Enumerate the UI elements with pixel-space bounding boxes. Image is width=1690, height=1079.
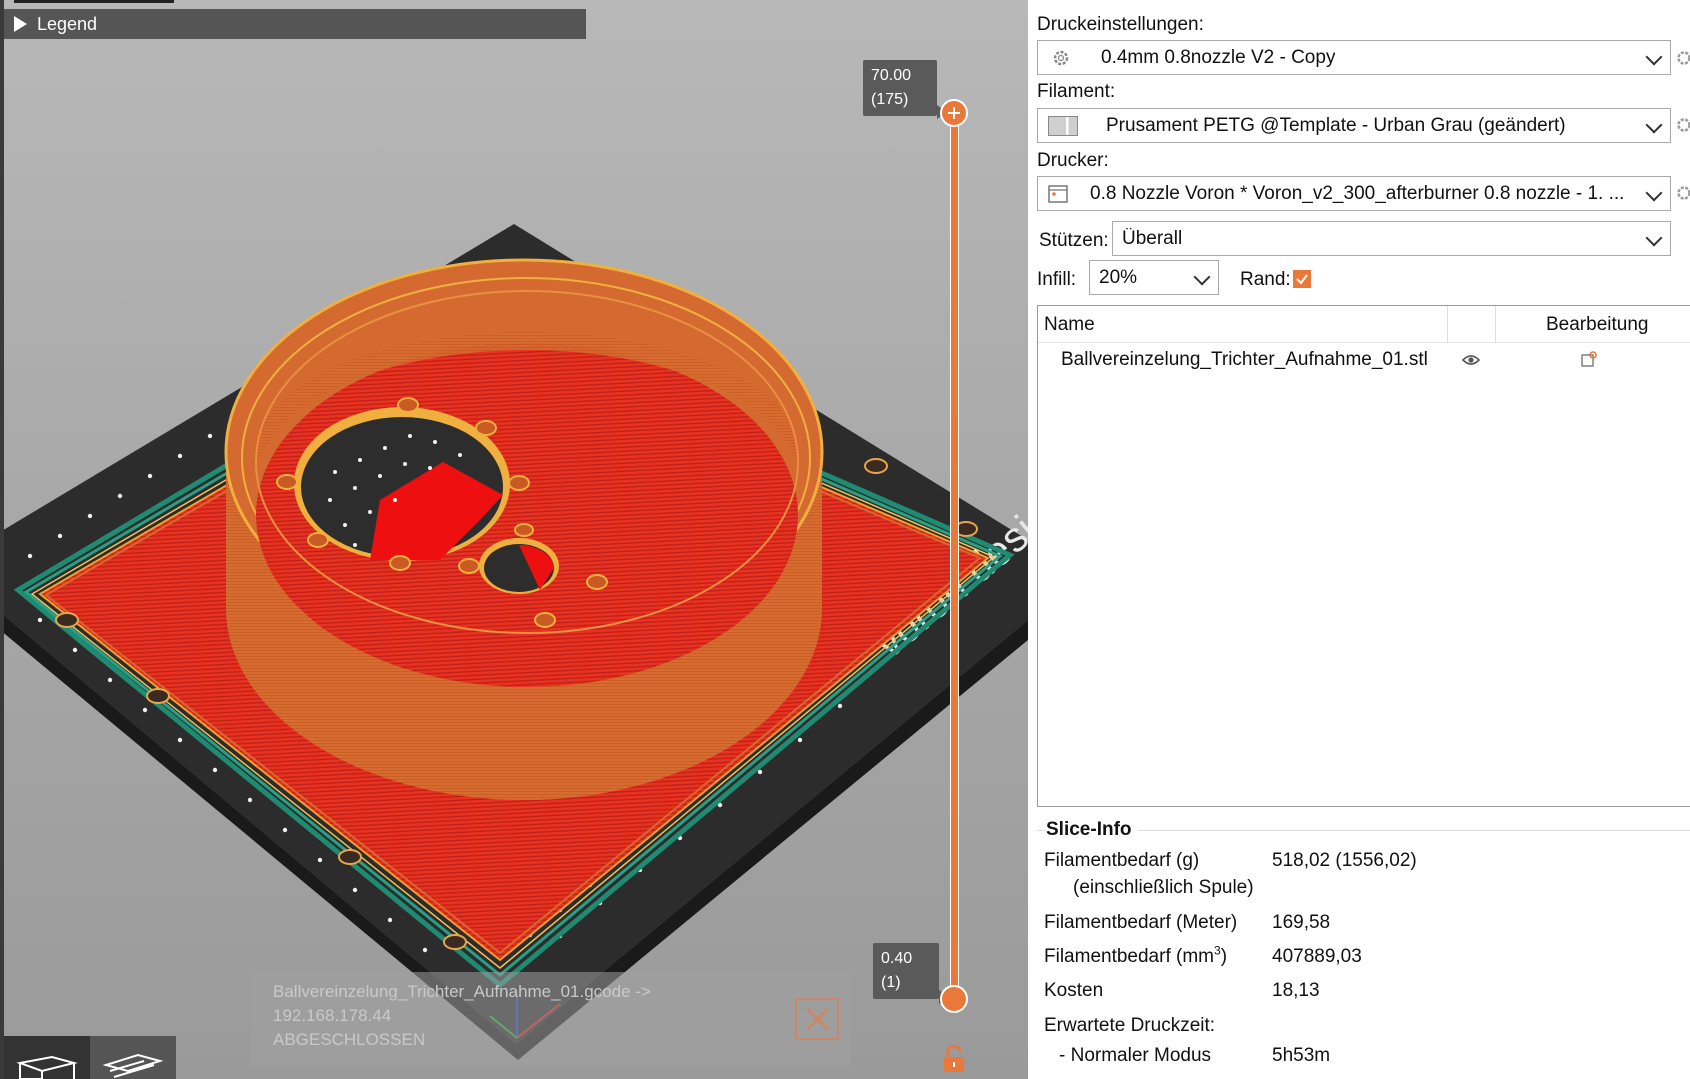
- brim-checkbox[interactable]: [1293, 270, 1311, 288]
- slice-info-panel: Slice-Info Filamentbedarf (g) 518,02 (15…: [1037, 813, 1690, 1079]
- print-settings-label: Druckeinstellungen:: [1037, 14, 1204, 35]
- normal-mode-value: 5h53m: [1272, 1045, 1331, 1066]
- slice-info-title: Slice-Info: [1046, 819, 1138, 841]
- cost-label: Kosten: [1044, 980, 1104, 1001]
- layer-top-tooltip: 70.00 (175): [863, 60, 937, 116]
- supports-value: Überall: [1122, 227, 1183, 249]
- print-settings-value: 0.4mm 0.8nozzle V2 - Copy: [1101, 46, 1336, 68]
- notification-line2: 192.168.178.44: [273, 1006, 392, 1025]
- layer-bottom-tooltip: 0.40 (1): [873, 943, 939, 999]
- col-name-header[interactable]: Name: [1044, 314, 1095, 336]
- edit-settings-icon[interactable]: [1580, 350, 1598, 368]
- print-time-label: Erwartete Druckzeit:: [1044, 1015, 1216, 1036]
- filament-mm3-label: Filamentbedarf (mm3): [1044, 943, 1228, 967]
- layer-slider-track[interactable]: [950, 114, 959, 998]
- legend-label: Legend: [37, 13, 98, 34]
- close-notification-icon[interactable]: [795, 998, 839, 1040]
- infill-value: 20%: [1099, 266, 1138, 288]
- eye-icon[interactable]: [1462, 353, 1480, 367]
- layer-bottom-number: (1): [881, 974, 901, 991]
- checkmark-icon: [1296, 274, 1308, 285]
- layer-top-number: (175): [871, 91, 909, 108]
- chevron-down-icon: [1645, 229, 1663, 247]
- supports-label: Stützen:: [1039, 230, 1109, 251]
- infill-combo[interactable]: 20%: [1089, 260, 1219, 295]
- normal-mode-label: - Normaler Modus: [1059, 1045, 1212, 1066]
- infill-label: Infill:: [1037, 269, 1077, 290]
- object-name: Ballvereinzelung_Trichter_Aufnahme_01.st…: [1061, 349, 1428, 370]
- layer-slider-top-thumb[interactable]: [940, 99, 968, 127]
- brim-label: Rand:: [1240, 269, 1291, 290]
- filament-g-label: Filamentbedarf (g): [1044, 850, 1200, 871]
- printer-label: Drucker:: [1037, 150, 1109, 171]
- gear-icon: [1053, 50, 1069, 65]
- notification-line3: ABGESCHLOSSEN: [273, 1030, 426, 1049]
- 3d-viewport[interactable]: voron design Legend 70.00 (175) 0.40 (1)…: [0, 0, 1028, 1079]
- edit-printer-gear-icon[interactable]: [1676, 185, 1690, 201]
- upload-notification: Ballvereinzelung_Trichter_Aufnahme_01.gc…: [251, 972, 851, 1068]
- filament-color-swatch: [1048, 115, 1078, 136]
- col-edit-header[interactable]: Bearbeitung: [1546, 314, 1648, 336]
- chevron-down-icon: [1645, 48, 1663, 66]
- viewport-border: [0, 0, 4, 1079]
- unlock-icon[interactable]: [942, 1045, 966, 1073]
- 3d-view-button[interactable]: [4, 1036, 90, 1079]
- top-accent-line: [14, 0, 174, 3]
- layers-view-icon: [102, 1053, 164, 1078]
- layer-slider-bottom-thumb[interactable]: [940, 985, 968, 1013]
- notification-line1: Ballvereinzelung_Trichter_Aufnahme_01.gc…: [273, 982, 651, 1001]
- column-separator: [1495, 306, 1496, 342]
- printer-icon: [1048, 184, 1068, 203]
- object-list: Name Bearbeitung Ballvereinzelung_Tricht…: [1037, 305, 1690, 807]
- object-list-header: Name Bearbeitung: [1038, 306, 1690, 343]
- filament-m-value: 169,58: [1272, 912, 1331, 933]
- column-separator: [1447, 306, 1448, 342]
- print-preview-scene: voron design: [0, 224, 1028, 1060]
- supports-combo[interactable]: Überall: [1112, 221, 1671, 256]
- filament-g-sublabel: (einschließlich Spule): [1073, 877, 1254, 898]
- filament-value: Prusament PETG @Template - Urban Grau (g…: [1106, 114, 1566, 136]
- print-settings-combo[interactable]: 0.4mm 0.8nozzle V2 - Copy: [1037, 40, 1671, 75]
- expand-triangle-icon: [14, 16, 27, 32]
- chevron-down-icon: [1193, 268, 1211, 286]
- edit-preset-gear-icon[interactable]: [1676, 50, 1690, 66]
- filament-label: Filament:: [1037, 81, 1116, 102]
- filament-mm3-value: 407889,03: [1272, 946, 1362, 967]
- cost-value: 18,13: [1272, 980, 1320, 1001]
- object-row[interactable]: Ballvereinzelung_Trichter_Aufnahme_01.st…: [1038, 344, 1690, 378]
- edit-filament-gear-icon[interactable]: [1676, 117, 1690, 133]
- filament-g-value: 518,02 (1556,02): [1272, 850, 1417, 871]
- printer-combo[interactable]: 0.8 Nozzle Voron * Voron_v2_300_afterbur…: [1037, 176, 1671, 211]
- 3d-view-icon: [16, 1055, 78, 1079]
- legend-toggle[interactable]: Legend: [4, 9, 586, 39]
- printer-value: 0.8 Nozzle Voron * Voron_v2_300_afterbur…: [1090, 182, 1625, 204]
- layer-bottom-height: 0.40: [881, 950, 913, 967]
- view-toolbar: [4, 1036, 176, 1079]
- layers-view-button[interactable]: [90, 1036, 176, 1079]
- filament-combo[interactable]: Prusament PETG @Template - Urban Grau (g…: [1037, 108, 1671, 143]
- chevron-down-icon: [1645, 116, 1663, 134]
- filament-m-label: Filamentbedarf (Meter): [1044, 912, 1238, 933]
- printed-part-cylinder: [224, 258, 824, 800]
- settings-panel: Druckeinstellungen: 0.4mm 0.8nozzle V2 -…: [1028, 0, 1690, 1079]
- layer-top-height: 70.00: [871, 67, 912, 84]
